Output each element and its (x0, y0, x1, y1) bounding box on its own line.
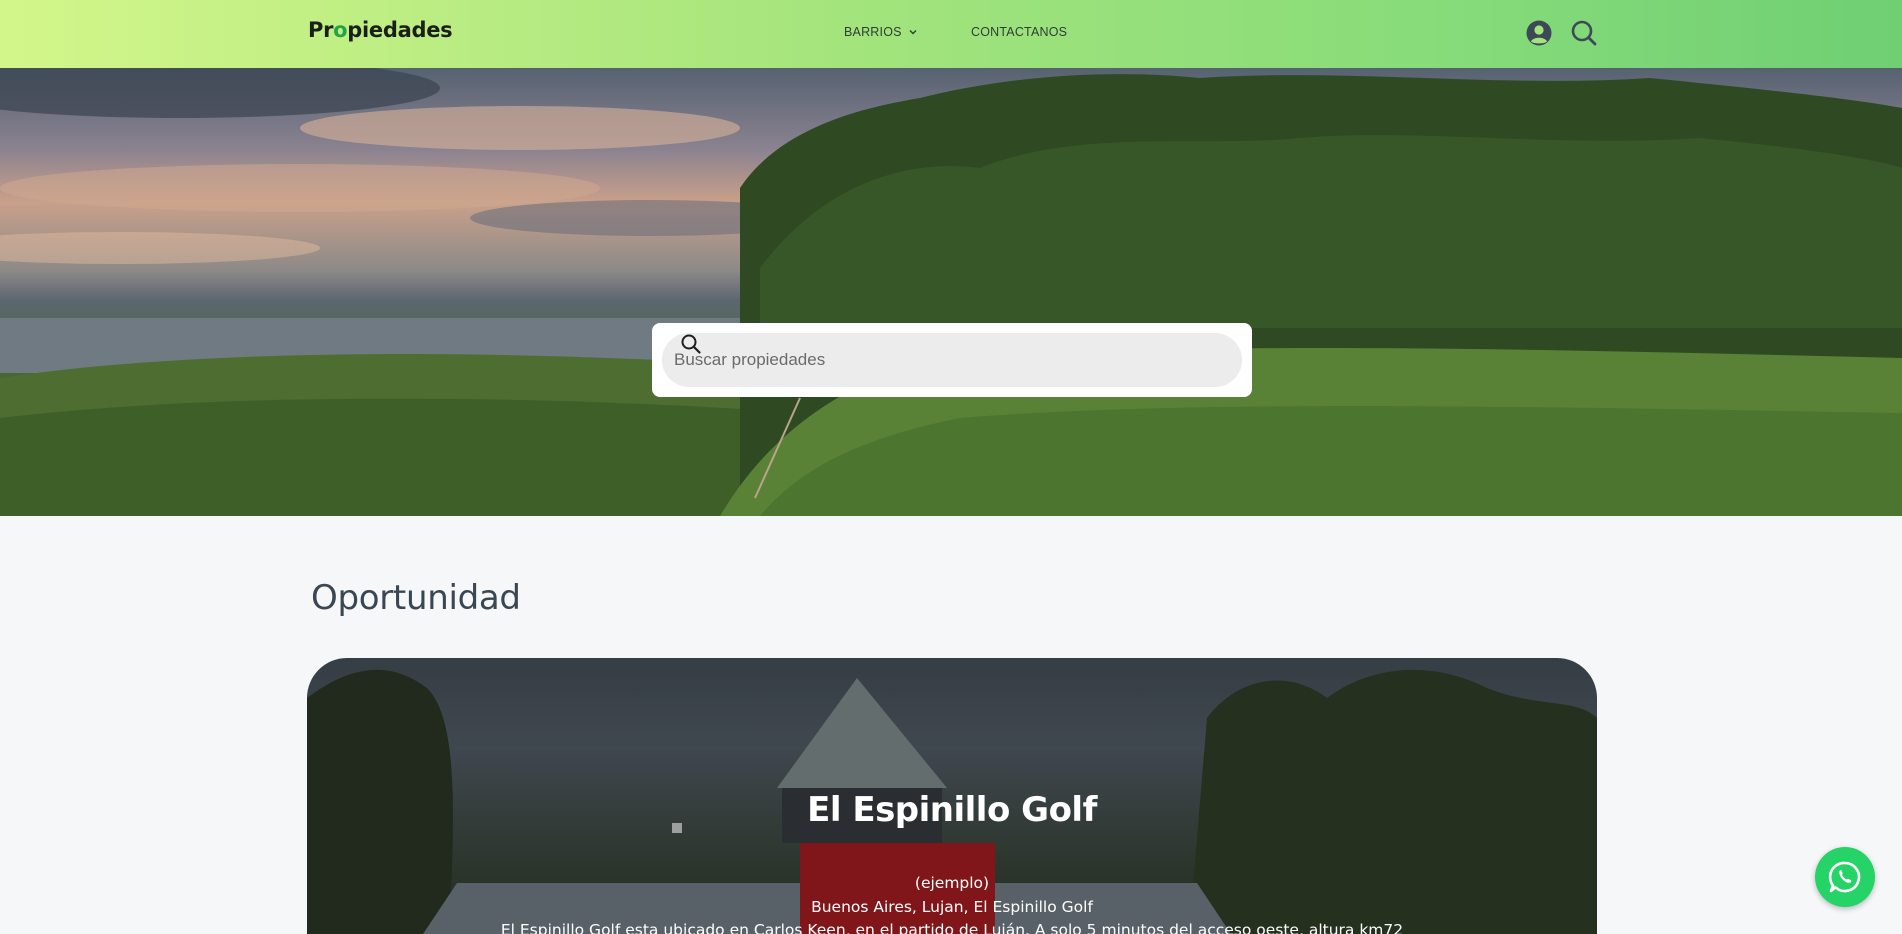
property-title: El Espinillo Golf (807, 790, 1097, 830)
property-description: El Espinillo Golf esta ubicado en Carlos… (500, 921, 1404, 934)
nav-contactanos[interactable]: CONTACTANOS (971, 25, 1067, 39)
search-icon[interactable] (1570, 19, 1598, 47)
featured-property-card[interactable]: El Espinillo Golf (ejemplo) Buenos Aires… (307, 658, 1597, 934)
property-location: Buenos Aires, Lujan, El Espinillo Golf (811, 898, 1093, 916)
search-card (652, 323, 1252, 397)
search-input[interactable] (674, 350, 1174, 370)
site-header: Propiedades BARRIOS CONTACTANOS (0, 0, 1902, 68)
property-tag: (ejemplo) (914, 874, 990, 892)
section-title: Oportunidad (311, 578, 521, 618)
whatsapp-button[interactable] (1815, 847, 1875, 907)
search-box[interactable] (662, 333, 1242, 387)
chevron-down-icon (909, 30, 917, 35)
nav-barrios[interactable]: BARRIOS (844, 25, 918, 39)
site-logo[interactable]: Propiedades (308, 18, 453, 42)
whatsapp-icon (1828, 861, 1861, 893)
hero-banner (0, 68, 1902, 516)
search-icon (681, 334, 701, 354)
user-circle-icon[interactable] (1525, 19, 1553, 47)
hero-landscape-image (0, 68, 1902, 516)
nav-barrios-label: BARRIOS (844, 25, 902, 39)
